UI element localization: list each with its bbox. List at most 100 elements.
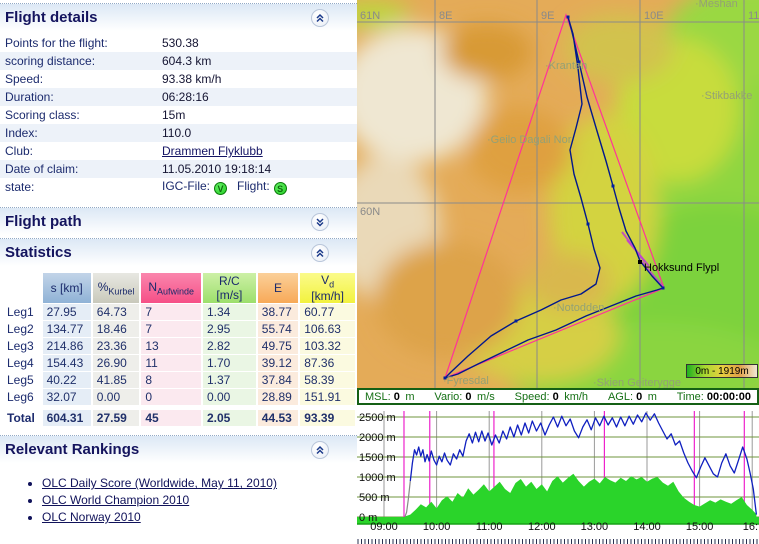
table-row: Leg2134.7718.4672.9555.74106.63 (5, 321, 355, 337)
column-header: %Kurbel (93, 273, 140, 303)
state-item-label: IGC-File: (162, 179, 210, 193)
detail-value: 11.05.2010 19:18:14 (162, 162, 271, 176)
collapse-button-flight-details[interactable] (311, 9, 329, 27)
ranking-link[interactable]: OLC Norway 2010 (42, 510, 141, 524)
flight-path-title: Flight path (5, 213, 82, 230)
detail-row: Duration:06:28:16 (0, 88, 357, 106)
ranking-link[interactable]: OLC World Champion 2010 (42, 493, 189, 507)
flight-details-title: Flight details (5, 9, 98, 26)
detail-label: Speed: (5, 72, 162, 86)
flight-map[interactable]: 8E9E10E1161N60N ·Meshan·Kranten·Stikbakk… (357, 0, 759, 388)
right-panel: 8E9E10E1161N60N ·Meshan·Kranten·Stikbakk… (357, 0, 759, 544)
leg-value: 11 (141, 355, 201, 371)
table-row: Leg4154.4326.90111.7039.1287.36 (5, 355, 355, 371)
leg-value: 38.77 (258, 304, 298, 320)
statistics-table: s [km]%KurbelNAufwindeR/C [m/s]EVd [km/h… (3, 272, 357, 427)
spacer-cell (43, 406, 91, 409)
status-label: Speed: (515, 391, 553, 403)
x-axis-label: 15:00 (686, 521, 714, 532)
detail-row: Speed:93.38 km/h (0, 70, 357, 88)
left-panel: Flight details Points for the flight:530… (0, 0, 357, 544)
grid-label: 11 (748, 10, 759, 22)
spacer-cell (141, 406, 201, 409)
spacer-cell (258, 406, 298, 409)
status-badge-s: S (274, 182, 287, 195)
leg-value: 0.00 (93, 389, 140, 405)
leg-label: Leg3 (5, 338, 41, 354)
section-flight-path: Flight path (0, 207, 357, 235)
section-statistics: Statistics s [km]%KurbelNAufwindeR/C [m/… (0, 238, 357, 427)
chevrons-up-icon (315, 13, 325, 23)
x-axis-label: 12:00 (528, 521, 556, 532)
grid-label: 60N (360, 206, 380, 218)
list-item: OLC World Champion 2010 (42, 492, 357, 509)
y-axis-label: 2500 m (359, 412, 396, 424)
telemetry-status-bar: MSL: 0 mVario: 0 m/sSpeed: 0 km/hAGL: 0 … (357, 388, 759, 405)
leg-value: 1.34 (203, 304, 256, 320)
detail-label: Duration: (5, 90, 162, 104)
place-label: Hokksund Flypl (644, 262, 719, 274)
status-unit: m/s (472, 391, 495, 403)
total-value: 604.31 (43, 410, 91, 426)
place-label: ·Stikbakke (701, 90, 752, 102)
club-link[interactable]: Drammen Flyklubb (162, 144, 263, 158)
detail-row: scoring distance:604.3 km (0, 52, 357, 70)
statistics-header-row: s [km]%KurbelNAufwindeR/C [m/s]EVd [km/h… (5, 273, 355, 303)
leg-value: 28.89 (258, 389, 298, 405)
leg-value: 41.85 (93, 372, 140, 388)
column-header: Vd [km/h] (300, 273, 355, 303)
rankings-list: OLC Daily Score (Worldwide, May 11, 2010… (42, 475, 357, 526)
leg-value: 18.46 (93, 321, 140, 337)
barogram-chart[interactable]: 2500 m2000 m1500 m1000 m500 m0 m09:0010:… (357, 405, 759, 532)
detail-label: Points for the flight: (5, 36, 162, 50)
ranking-link[interactable]: OLC Daily Score (Worldwide, May 11, 2010… (42, 476, 277, 490)
x-axis-label: 16: (743, 521, 758, 532)
leg-value: 7 (141, 321, 201, 337)
detail-label: scoring distance: (5, 54, 162, 68)
rankings-header: Relevant Rankings (0, 436, 357, 463)
leg-value: 0.00 (203, 389, 256, 405)
detail-row: Index:110.0 (0, 124, 357, 142)
status-segment: Vario: 0 m/s (434, 391, 494, 403)
y-axis-label: 1000 m (359, 472, 396, 484)
statistics-title: Statistics (5, 244, 72, 261)
flight-details-header: Flight details (0, 4, 357, 31)
track-fix-dot (612, 185, 615, 188)
status-label: Time: (677, 391, 707, 403)
status-label: Vario: (434, 391, 465, 403)
collapse-button-statistics[interactable] (311, 244, 329, 262)
elevation-legend: 0m - 1919m (686, 364, 758, 378)
total-value: 93.39 (300, 410, 355, 426)
leg-value: 39.12 (258, 355, 298, 371)
status-label: MSL: (365, 391, 394, 403)
collapse-button-flight-path[interactable] (311, 213, 329, 231)
track-fix-dot (662, 287, 665, 290)
column-header: R/C [m/s] (203, 273, 256, 303)
detail-value: 15m (162, 108, 185, 122)
time-scrub-ruler[interactable] (357, 538, 759, 544)
detail-label: Date of claim: (5, 162, 162, 176)
place-label: ·Meshan (695, 0, 738, 10)
chevrons-up-icon (315, 445, 325, 455)
spacer-cell (5, 406, 41, 409)
total-value: 2.05 (203, 410, 256, 426)
status-segment: Time: 00:00:00 (677, 391, 751, 403)
status-unit: m (400, 391, 415, 403)
ground-elevation-area (405, 474, 756, 517)
place-label: ·Skien Geiterygge (593, 377, 681, 388)
leg-value: 154.43 (43, 355, 91, 371)
leg-value: 103.32 (300, 338, 355, 354)
section-flight-details: Flight details Points for the flight:530… (0, 3, 357, 204)
leg-value: 26.90 (93, 355, 140, 371)
status-segment: MSL: 0 m (365, 391, 415, 403)
total-row: Total604.3127.59452.0544.5393.39 (5, 410, 355, 426)
x-axis-label: 11:00 (476, 521, 503, 532)
track-fix-dot (587, 223, 590, 226)
column-header: s [km] (43, 273, 91, 303)
grid-label: 10E (644, 10, 664, 22)
detail-label: state: (5, 180, 162, 194)
column-header: E (258, 273, 298, 303)
detail-value: 93.38 km/h (162, 72, 221, 86)
detail-value: 530.38 (162, 36, 199, 50)
collapse-button-rankings[interactable] (311, 441, 329, 459)
